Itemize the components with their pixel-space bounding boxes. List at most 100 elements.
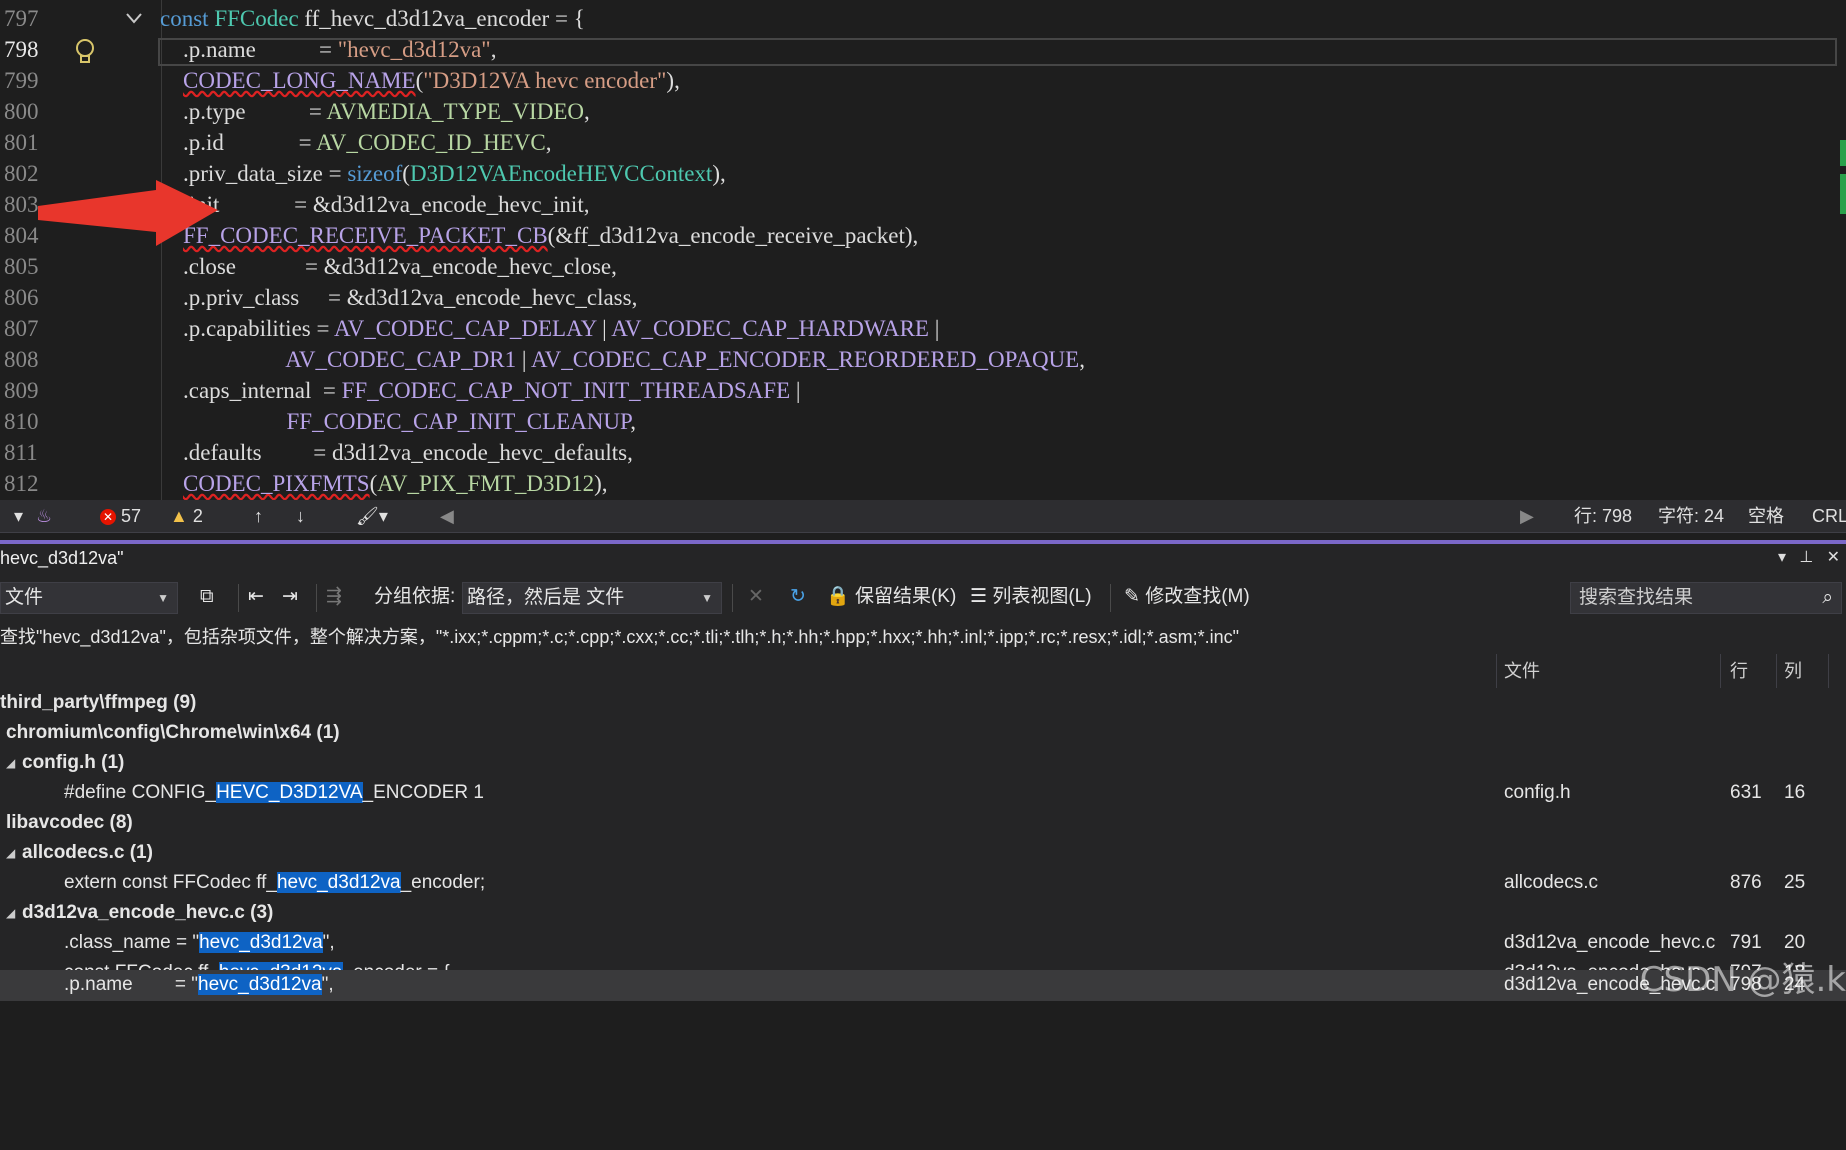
code-token: D3D12VAEncodeHEVCContext [409,161,713,186]
match-text: #define CONFIG_ [64,782,217,803]
code-line[interactable]: .p.capabilities = AV_CODEC_CAP_DELAY | A… [160,313,939,344]
error-count[interactable]: ✕ 57 [100,500,141,532]
group-by-label: 分组依据: [374,586,456,607]
match-text: .p.name = " [64,974,199,995]
stop-icon[interactable]: ✕ [748,582,764,612]
code-token: AV_CODEC_ID_HEVC [316,130,546,155]
pencil-icon: ✎ [1124,586,1140,607]
keep-results-label: 保留结果(K) [854,586,957,607]
search-results-input[interactable]: 搜索查找结果 ⌕ [1570,582,1842,614]
code-line[interactable]: .init = &d3d12va_encode_hevc_init, [160,189,589,220]
code-token: .p.id = [160,130,317,155]
code-line[interactable]: .p.name = "hevc_d3d12va", [160,34,496,65]
match-highlight: hevc_d3d12va [199,932,323,953]
code-token: .defaults = d3d12va_encode_hevc_defaults… [160,440,633,465]
brush-icon[interactable]: 🖌▾ [356,500,388,532]
line-number-gutter: 797 798 799 800 801 802 803 804 805 806 … [0,0,160,500]
code-line[interactable]: .p.id = AV_CODEC_ID_HEVC, [160,127,551,158]
code-line[interactable]: AV_CODEC_CAP_DR1 | AV_CODEC_CAP_ENCODER_… [160,344,1085,375]
pin-icon[interactable]: ⊥ [1799,549,1813,566]
code-line[interactable]: CODEC_LONG_NAME("D3D12VA hevc encoder"), [160,65,680,96]
chevron-down-icon[interactable] [124,8,146,30]
match-col: 16 [1784,782,1806,803]
find-results-panel: hevc_d3d12va" ▾ ⊥ ✕ 文件 ▼ ⧉ ⇤ ⇥ ⇶ 分组依据: 路… [0,544,1846,1001]
code-token: .p.priv_class = &d3d12va_encode_hevc_cla… [160,285,638,310]
line-indicator[interactable]: 行: 798 [1574,500,1632,532]
code-line[interactable]: .p.priv_class = &d3d12va_encode_hevc_cla… [160,282,637,313]
code-token: sizeof [347,161,403,186]
column-header-line[interactable]: 行 [1730,654,1748,688]
match-highlight: HEVC_D3D12VA [216,782,363,803]
indent-indicator[interactable]: 空格 [1748,500,1784,532]
code-line[interactable]: .defaults = d3d12va_encode_hevc_defaults… [160,437,633,468]
line-ending-indicator[interactable]: CRLF [1812,500,1846,532]
expand-triangle-icon[interactable]: ◢ [6,898,15,928]
code-line[interactable]: .p.type = AVMEDIA_TYPE_VIDEO, [160,96,590,127]
scope-value: 文件 [5,587,44,608]
next-result-icon[interactable]: ⇥ [282,582,298,612]
editor-status-bar: ▾ ♨ ✕ 57 ▲ 2 ↑ ↓ 🖌▾ ◀ ▶ 行: 798 字符: 24 空格… [0,500,1846,533]
code-line[interactable]: FF_CODEC_CAP_INIT_CLEANUP, [160,406,637,437]
code-line[interactable]: const FFCodec ff_hevc_d3d12va_encoder = … [160,3,585,34]
result-group-row[interactable]: libavcodec (8) [0,808,1846,838]
code-token: "hevc_d3d12va" [337,37,491,62]
line-number: 812 [4,471,39,496]
result-match-row[interactable]: extern const FFCodec ff_hevc_d3d12va_enc… [0,868,1846,898]
result-file-row[interactable]: ◢ allcodecs.c (1) [0,838,1846,868]
match-highlight: hevc_d3d12va [198,974,322,995]
code-token: .p.capabilities = [160,316,334,341]
line-number: 801 [4,130,39,155]
watermark: CSDN @猿.k [1639,960,1846,1000]
code-line[interactable]: .priv_data_size = sizeof(D3D12VAEncodeHE… [160,158,726,189]
column-header-column[interactable]: 列 [1784,654,1802,688]
column-header-file[interactable]: 文件 [1504,654,1540,688]
copy-icon[interactable]: ⧉ [200,582,214,612]
match-text: ", [321,974,334,995]
code-token: AVMEDIA_TYPE_VIDEO [326,99,584,124]
keep-results-button[interactable]: 🔒 保留结果(K) [826,582,956,612]
arrow-down-icon[interactable]: ↓ [296,500,305,532]
result-match-row-selected[interactable]: .p.name = "hevc_d3d12va", d3d12va_encode… [0,970,1846,1001]
group-by-dropdown[interactable]: 路径，然后是 文件 ▼ [462,582,722,614]
char-indicator[interactable]: 字符: 24 [1658,500,1724,532]
line-number: 800 [4,99,39,124]
modify-find-button[interactable]: ✎ 修改查找(M) [1124,582,1250,612]
code-line[interactable]: .close = &d3d12va_encode_hevc_close, [160,251,617,282]
close-icon[interactable]: ✕ [1827,549,1840,566]
scroll-left-icon[interactable]: ◀ [440,500,454,532]
code-token: FFCodec [214,6,299,31]
match-col: 25 [1784,872,1806,893]
copilot-icon[interactable]: ♨ [36,500,52,532]
list-view-button[interactable]: ☰ 列表视图(L) [970,582,1092,612]
line-number: 807 [4,316,39,341]
expand-triangle-icon[interactable]: ◢ [6,838,15,868]
code-line[interactable]: .caps_internal = FF_CODEC_CAP_NOT_INIT_T… [160,375,801,406]
result-group-row[interactable]: chromium\config\Chrome\win\x64 (1) [0,718,1846,748]
scope-dropdown[interactable]: 文件 ▼ [0,582,178,614]
code-line[interactable]: FF_CODEC_RECEIVE_PACKET_CB(&ff_d3d12va_e… [160,220,918,251]
code-token: | [790,378,801,403]
code-token: | [928,316,940,341]
previous-result-icon[interactable]: ⇤ [248,582,264,612]
scroll-right-icon[interactable]: ▶ [1520,500,1534,532]
code-line[interactable]: CODEC_PIXFMTS(AV_PIX_FMT_D3D12), [160,468,608,499]
refresh-icon[interactable]: ↻ [790,582,806,612]
result-file-row[interactable]: ◢ config.h (1) [0,748,1846,778]
code-token: ), [594,471,608,496]
dropdown-icon[interactable]: ▾ [14,500,23,532]
lightbulb-icon[interactable] [74,38,96,66]
result-file-row[interactable]: ◢ d3d12va_encode_hevc.c (3) [0,898,1846,928]
clear-filter-icon[interactable]: ⇶ [326,582,342,612]
code-token: CODEC_LONG_NAME [183,68,416,93]
chevron-down-icon[interactable]: ▾ [1778,549,1786,566]
result-match-row[interactable]: #define CONFIG_HEVC_D3D12VA_ENCODER 1 co… [0,778,1846,808]
warning-count[interactable]: ▲ 2 [170,500,203,532]
match-text: extern const FFCodec ff_ [64,872,277,893]
code-editor[interactable]: 797 798 799 800 801 802 803 804 805 806 … [0,0,1846,500]
search-icon[interactable]: ⌕ [1822,583,1833,613]
scrollbar-markers [1840,140,1846,220]
expand-triangle-icon[interactable]: ◢ [6,748,15,778]
result-group-row[interactable]: third_party\ffmpeg (9) [0,688,1846,718]
arrow-up-icon[interactable]: ↑ [254,500,263,532]
result-match-row[interactable]: .class_name = "hevc_d3d12va", d3d12va_en… [0,928,1846,958]
